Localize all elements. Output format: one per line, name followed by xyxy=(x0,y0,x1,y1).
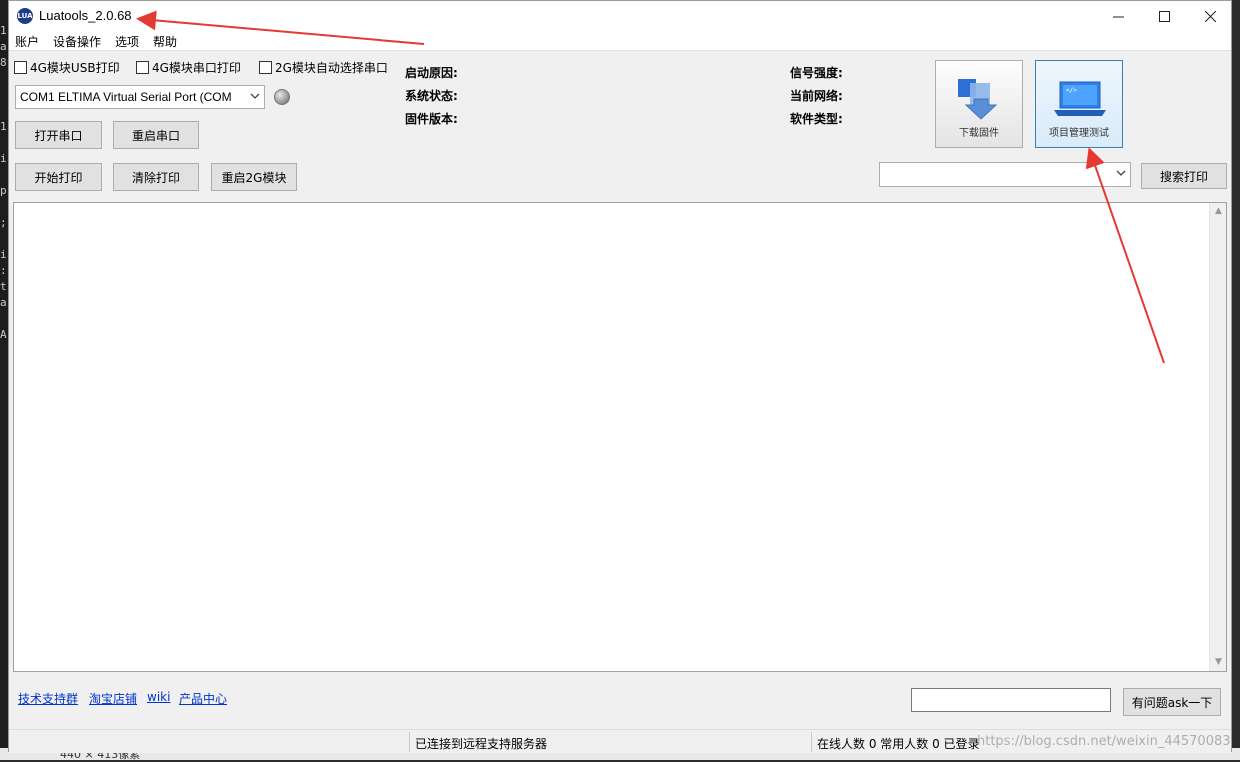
status-divider xyxy=(811,732,812,752)
link-tech-support-group[interactable]: 技术支持群 xyxy=(18,690,78,707)
ask-question-input[interactable] xyxy=(911,688,1111,712)
menu-account[interactable]: 账户 xyxy=(15,33,39,50)
laptop-code-icon: </> xyxy=(1054,81,1106,116)
checkbox-box[interactable] xyxy=(259,61,272,74)
boot-reason-label: 启动原因: xyxy=(405,66,458,80)
open-port-button[interactable]: 打开串口 xyxy=(15,121,102,149)
link-taobao-store[interactable]: 淘宝店铺 xyxy=(89,690,137,707)
maximize-icon[interactable] xyxy=(1141,1,1187,31)
port-status-led-icon xyxy=(274,89,290,105)
project-test-button[interactable]: </> 项目管理测试 xyxy=(1035,60,1123,148)
serial-4g-print-label: 4G模块串口打印 xyxy=(152,61,241,75)
console-char: : xyxy=(0,264,7,277)
menu-help[interactable]: 帮助 xyxy=(153,33,177,50)
luatools-app-icon: LUA xyxy=(17,8,33,24)
chevron-down-icon[interactable] xyxy=(1116,166,1126,183)
link-wiki[interactable]: wiki xyxy=(147,690,170,704)
download-firmware-label: 下载固件 xyxy=(959,128,999,139)
serial-port-select[interactable]: COM1 ELTIMA Virtual Serial Port (COM xyxy=(15,85,265,109)
restart-port-button[interactable]: 重启串口 xyxy=(113,121,199,149)
firmware-version-label: 固件版本: xyxy=(405,112,458,126)
console-char: p xyxy=(0,184,7,197)
console-char: a xyxy=(0,296,7,309)
close-icon[interactable] xyxy=(1187,1,1233,31)
background-console: 1 a 8 1 i p ; i : t a A xyxy=(0,0,8,760)
serial-port-value: COM1 ELTIMA Virtual Serial Port (COM xyxy=(20,90,232,104)
restart-2g-button[interactable]: 重启2G模块 xyxy=(211,163,297,191)
auto-2g-port-checkbox[interactable]: 2G模块自动选择串口 xyxy=(259,59,388,76)
search-print-button[interactable]: 搜索打印 xyxy=(1141,163,1227,189)
link-product-center[interactable]: 产品中心 xyxy=(179,690,227,707)
blog-watermark: https://blog.csdn.net/weixin_44570083 xyxy=(977,734,1231,749)
console-char: i xyxy=(0,152,7,165)
start-print-button[interactable]: 开始打印 xyxy=(15,163,102,191)
checkbox-box[interactable] xyxy=(136,61,149,74)
usb-4g-print-label: 4G模块USB打印 xyxy=(30,61,120,75)
svg-text:</>: </> xyxy=(1066,87,1077,94)
clear-print-button[interactable]: 清除打印 xyxy=(113,163,199,191)
system-status-label: 系统状态: xyxy=(405,89,458,103)
scroll-up-icon[interactable]: ▲ xyxy=(1210,203,1227,220)
chevron-down-icon[interactable] xyxy=(250,89,260,106)
title-bar[interactable]: LUA Luatools_2.0.68 xyxy=(9,1,1231,31)
console-char: 1 xyxy=(0,24,7,37)
status-divider xyxy=(409,732,410,752)
menu-device-ops[interactable]: 设备操作 xyxy=(53,33,101,50)
ask-button[interactable]: 有问题ask一下 xyxy=(1123,688,1221,716)
search-print-select[interactable] xyxy=(879,162,1131,187)
usb-4g-print-checkbox[interactable]: 4G模块USB打印 xyxy=(14,59,120,76)
project-test-label: 项目管理测试 xyxy=(1049,128,1109,139)
download-firmware-icon xyxy=(958,79,998,120)
window-title: Luatools_2.0.68 xyxy=(39,8,132,23)
scroll-down-icon[interactable]: ▼ xyxy=(1210,654,1227,671)
console-char: t xyxy=(0,280,7,293)
software-type-label: 软件类型: xyxy=(790,112,843,126)
console-char: a xyxy=(0,40,7,53)
minimize-icon[interactable] xyxy=(1095,1,1141,31)
luatools-window: LUA Luatools_2.0.68 账户 设备操作 选项 帮助 4G模块US… xyxy=(8,0,1232,753)
console-char: i xyxy=(0,248,7,261)
auto-2g-port-label: 2G模块自动选择串口 xyxy=(275,61,388,75)
online-status-text: 在线人数 0 常用人数 0 已登录 xyxy=(817,737,980,751)
serial-4g-print-checkbox[interactable]: 4G模块串口打印 xyxy=(136,59,241,76)
console-char: ; xyxy=(0,216,7,229)
checkbox-box[interactable] xyxy=(14,61,27,74)
menu-options[interactable]: 选项 xyxy=(115,33,139,50)
log-scrollbar[interactable]: ▲ ▼ xyxy=(1209,203,1226,671)
log-output-area[interactable]: ▲ ▼ xyxy=(13,202,1227,672)
menu-bar: 账户 设备操作 选项 帮助 xyxy=(9,31,1231,51)
remote-status-text: 已连接到远程支持服务器 xyxy=(415,737,548,751)
status-bar: 已连接到远程支持服务器 在线人数 0 常用人数 0 已登录 https://bl… xyxy=(9,729,1231,753)
console-char: 8 xyxy=(0,56,7,69)
current-network-label: 当前网络: xyxy=(790,89,843,103)
download-firmware-button[interactable]: 下载固件 xyxy=(935,60,1023,148)
console-char: A xyxy=(0,328,7,341)
console-char: 1 xyxy=(0,120,7,133)
signal-strength-label: 信号强度: xyxy=(790,66,843,80)
